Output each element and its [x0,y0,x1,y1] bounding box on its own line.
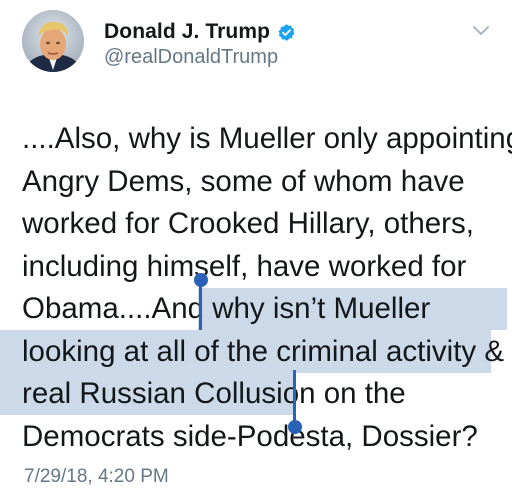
tweet-line: including himself, have worked for [22,249,467,283]
tweet-timestamp[interactable]: 7/29/18, 4:20 PM [24,466,169,488]
selection-end-handle[interactable] [288,420,302,434]
tweet-line: Democrats side-Podesta, Dossier? [22,419,478,453]
tweet-line: ....Also, why is Mueller only appointing [22,122,512,155]
selection-start-caret [199,282,202,330]
selection-end-caret [293,370,296,422]
chevron-down-icon[interactable] [470,22,492,38]
tweet-line: Angry Dems, some of whom have [22,164,465,198]
avatar[interactable] [22,10,84,72]
verified-badge-icon [277,23,296,42]
tweet-line: looking at all of the criminal activity … [22,334,505,368]
tweet-line: Obama....And why isn’t Mueller [22,292,431,325]
tweet-line: real Russian Collusion on the [22,377,406,410]
tweet-text: ....Also, why is Mueller only appointing… [0,118,512,458]
author-display-name[interactable]: Donald J. Trump [104,20,270,44]
avatar-image [22,10,84,72]
tweet-line: worked for Crooked Hillary, others, [22,207,474,240]
author-handle[interactable]: @realDonaldTrump [104,46,278,69]
author-name-row: Donald J. Trump [104,18,296,46]
